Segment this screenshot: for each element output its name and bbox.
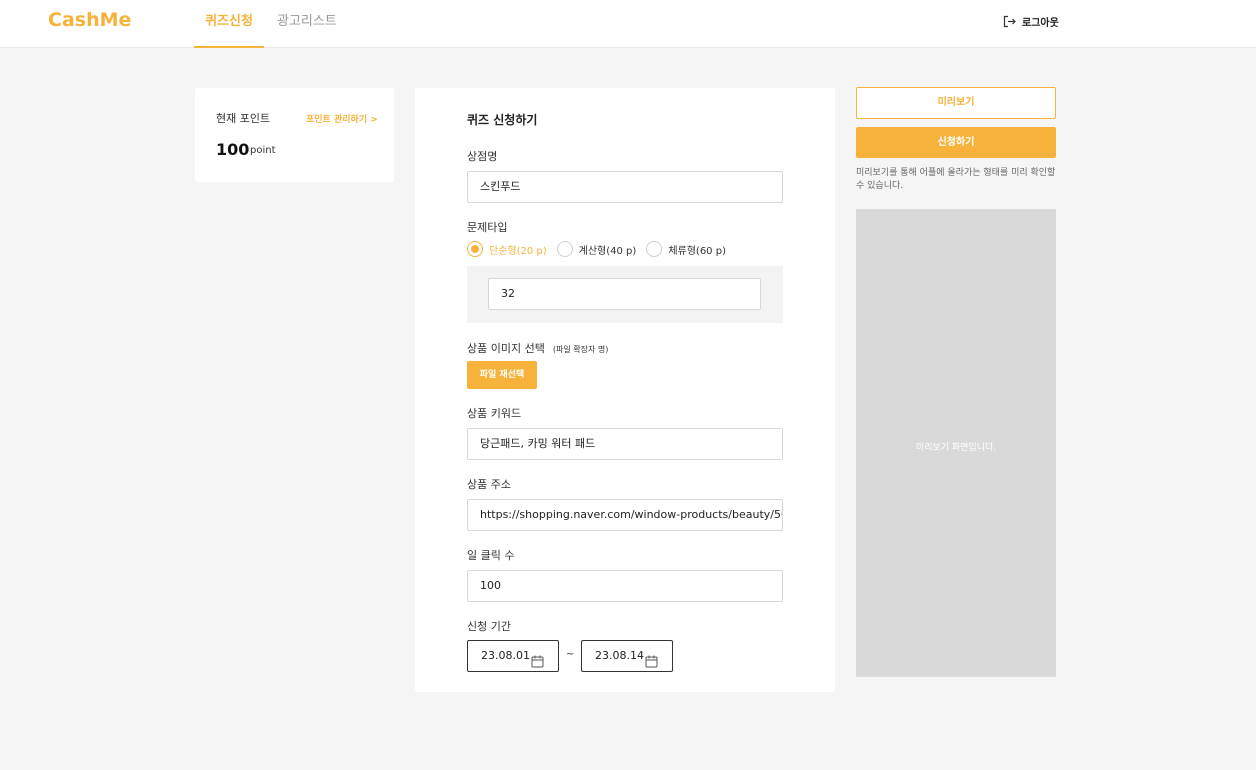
preview-area: 미리보기 화면입니다.: [856, 209, 1056, 677]
logout-icon: [1003, 15, 1016, 28]
file-extension-hint: (파일 확장자 명): [552, 345, 609, 354]
product-keyword-label: 상품 키워드: [467, 407, 522, 420]
calendar-icon[interactable]: [645, 650, 658, 680]
radio-calculation-circle: [556, 241, 573, 257]
manage-points-link[interactable]: 포인트 관리하기 >: [306, 112, 378, 125]
date-separator: ~: [566, 649, 575, 660]
point-unit: point: [250, 145, 276, 156]
logout-button[interactable]: 로그아웃: [1003, 14, 1059, 29]
end-date-value: 23.08.14: [595, 649, 644, 662]
quiz-type-radio-group: 단순형(20 p) 계산형(40 p) 체류형(60 p): [467, 241, 736, 257]
apply-button[interactable]: 신청하기: [856, 127, 1056, 158]
logout-label: 로그아웃: [1022, 18, 1059, 29]
product-image-label: 상품 이미지 선택 (파일 확장자 명): [467, 340, 608, 356]
radio-simple-circle: [467, 241, 483, 257]
tab-quiz-apply[interactable]: 퀴즈신청: [194, 0, 264, 48]
product-address-input[interactable]: https://shopping.naver.com/window-produc…: [467, 499, 783, 531]
apply-period-label: 신청 기간: [467, 620, 511, 633]
tab-ad-list[interactable]: 광고리스트: [277, 0, 337, 48]
start-date-input[interactable]: 23.08.01: [467, 640, 559, 672]
form-title: 퀴즈 신청하기: [467, 113, 538, 127]
daily-clicks-label: 일 클릭 수: [467, 549, 515, 562]
quiz-form-card: 퀴즈 신청하기 상점명 스킨푸드 문제타입 단순형(20 p) 계산형(40 p…: [415, 88, 835, 692]
radio-calculation-label: 계산형(40 p): [578, 245, 637, 257]
product-address-label: 상품 주소: [467, 478, 511, 491]
radio-stay-label: 체류형(60 p): [668, 245, 726, 257]
point-value: 100: [216, 140, 250, 159]
start-date-value: 23.08.01: [481, 649, 530, 662]
radio-calculation[interactable]: 계산형(40 p): [556, 241, 637, 257]
preview-hint: 미리보기를 통해 어플에 올라가는 형태를 미리 확인할 수 있습니다.: [856, 168, 1056, 191]
store-name-input[interactable]: 스킨푸드: [467, 171, 783, 203]
file-reselect-button[interactable]: 파일 재선택: [467, 361, 537, 389]
store-name-label: 상점명: [467, 150, 498, 163]
product-keyword-input[interactable]: 당근패드, 카밍 워터 패드: [467, 428, 783, 460]
quiz-answer-input[interactable]: 32: [488, 278, 761, 310]
radio-stay-circle: [646, 241, 663, 257]
radio-simple[interactable]: 단순형(20 p): [467, 241, 547, 257]
radio-simple-label: 단순형(20 p): [489, 245, 547, 257]
top-header: CashMe 퀴즈신청 광고리스트 로그아웃: [0, 0, 1256, 48]
quiz-answer-box: 32: [467, 266, 783, 323]
point-card: 현재 포인트 포인트 관리하기 > 100 point: [195, 88, 394, 182]
preview-button[interactable]: 미리보기: [856, 87, 1056, 119]
current-point-label: 현재 포인트: [216, 112, 271, 125]
daily-clicks-input[interactable]: 100: [467, 570, 783, 602]
preview-placeholder-text: 미리보기 화면입니다.: [915, 443, 997, 453]
logo[interactable]: CashMe: [48, 9, 131, 31]
radio-stay[interactable]: 체류형(60 p): [646, 241, 726, 257]
quiz-type-label: 문제타입: [467, 221, 508, 234]
product-image-label-text: 상품 이미지 선택: [467, 342, 545, 355]
end-date-input[interactable]: 23.08.14: [581, 640, 673, 672]
calendar-icon[interactable]: [531, 650, 544, 680]
